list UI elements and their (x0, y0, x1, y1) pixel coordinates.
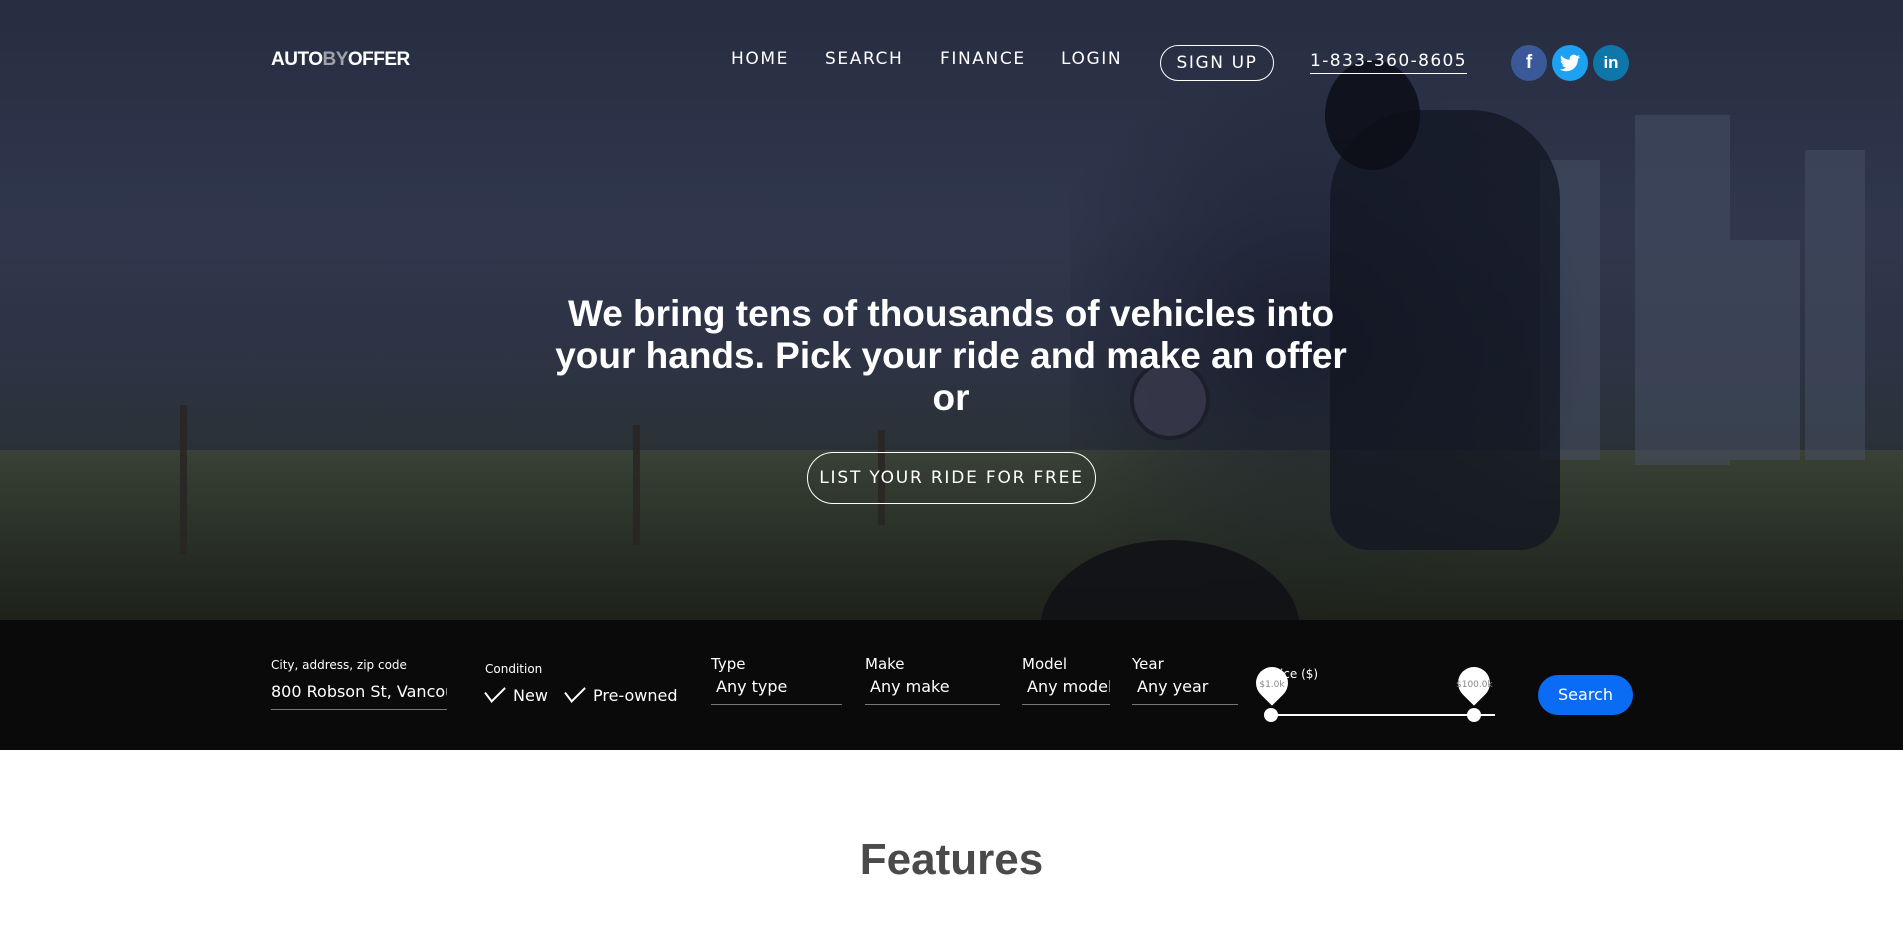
fence-post (633, 425, 640, 545)
site-logo[interactable]: AUTOBYOFFER (271, 49, 410, 71)
linkedin-icon[interactable]: in (1593, 45, 1629, 81)
type-label: Type (711, 655, 746, 673)
make-select[interactable]: Any make (865, 677, 1000, 705)
list-your-ride-button[interactable]: LIST YOUR RIDE FOR FREE (807, 452, 1096, 504)
twitter-icon[interactable] (1552, 45, 1588, 81)
nav-login[interactable]: LOGIN (1061, 49, 1122, 69)
nav-search[interactable]: SEARCH (825, 49, 903, 69)
nav-finance[interactable]: FINANCE (940, 49, 1026, 69)
search-button[interactable]: Search (1538, 675, 1633, 715)
model-select[interactable]: Any model (1022, 677, 1110, 705)
location-label: City, address, zip code (271, 658, 407, 672)
year-label: Year (1132, 655, 1164, 673)
price-min-handle[interactable] (1264, 708, 1278, 722)
year-select[interactable]: Any year (1132, 677, 1238, 705)
price-max-value: $100.0k (1456, 680, 1493, 690)
city-building (1730, 240, 1800, 460)
condition-new-checkbox[interactable]: New (484, 679, 548, 705)
hero-headline: We bring tens of thousands of vehicles i… (555, 293, 1347, 418)
rider-body (1330, 110, 1560, 550)
phone-link[interactable]: 1-833-360-8605 (1310, 51, 1467, 74)
condition-preowned-checkbox[interactable]: Pre-owned (564, 679, 678, 705)
features-heading: Features (859, 835, 1044, 884)
price-min-value: $1.0k (1259, 680, 1285, 690)
city-building (1635, 115, 1730, 465)
nav-home[interactable]: HOME (731, 49, 789, 69)
rider-helmet (1325, 60, 1420, 170)
signup-button[interactable]: SIGN UP (1160, 45, 1274, 81)
model-label: Model (1022, 655, 1068, 673)
price-slider-track[interactable] (1270, 714, 1495, 716)
make-label: Make (865, 655, 905, 673)
fence-post (180, 405, 187, 555)
location-input[interactable]: 800 Robson St, Vancouver (271, 682, 447, 710)
facebook-icon[interactable]: f (1511, 45, 1547, 81)
price-max-handle[interactable] (1467, 708, 1481, 722)
condition-label: Condition (485, 662, 543, 676)
city-building (1805, 150, 1865, 460)
type-select[interactable]: Any type (711, 677, 842, 705)
